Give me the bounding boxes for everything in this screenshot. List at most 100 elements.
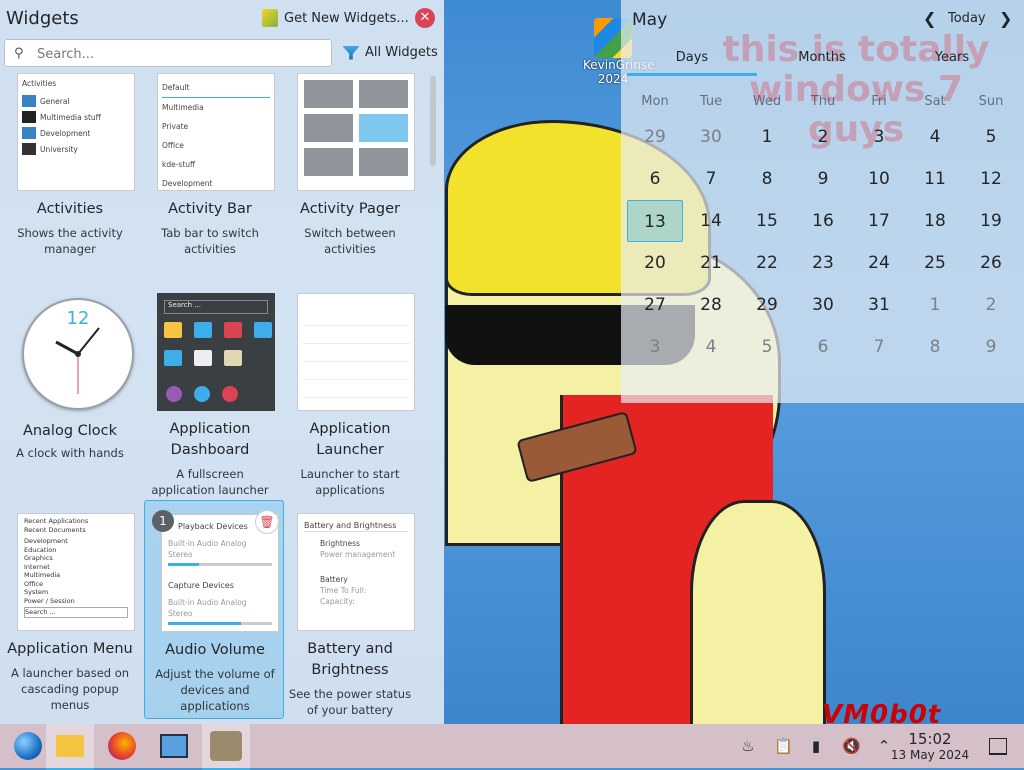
calendar-day[interactable]: 28 xyxy=(683,284,739,326)
activity-swatch xyxy=(22,95,36,107)
calendar-day[interactable]: 31 xyxy=(851,284,907,326)
widget-name: Application Launcher xyxy=(309,421,391,458)
widget-tile-application-launcher[interactable]: Application Launcher Launcher to start a… xyxy=(280,293,420,513)
digital-clock[interactable]: 15:02 13 May 2024 xyxy=(888,730,972,763)
calendar-day[interactable]: 18 xyxy=(907,200,963,242)
download-widgets-icon xyxy=(262,9,278,27)
widget-tile-analog-clock[interactable]: 12 Analog Clock A clock with hands xyxy=(0,293,140,513)
calendar-day[interactable]: 26 xyxy=(963,242,1019,284)
calendar-day-today[interactable]: 13 xyxy=(627,200,683,242)
calendar-week-row: 13 14 15 16 17 18 19 xyxy=(627,200,1019,242)
calendar-day[interactable]: 4 xyxy=(683,326,739,368)
close-icon[interactable]: ✕ xyxy=(415,8,435,28)
calendar-day[interactable]: 8 xyxy=(739,158,795,200)
today-button[interactable]: Today xyxy=(948,11,986,26)
tab-months[interactable]: Months xyxy=(757,40,887,76)
volume-slider xyxy=(168,622,272,625)
calendar-day[interactable]: 9 xyxy=(795,158,851,200)
calendar-day[interactable]: 6 xyxy=(795,326,851,368)
calendar-popup: this is totally windows 7 guys May ❮ Tod… xyxy=(621,0,1024,403)
clock-time: 15:02 xyxy=(908,730,952,748)
thumb-text: Search ... xyxy=(24,607,128,618)
calendar-day[interactable]: 7 xyxy=(683,158,739,200)
pager-desktop xyxy=(304,80,353,108)
thumb-text: Activities xyxy=(22,79,57,88)
calendar-day[interactable]: 1 xyxy=(739,116,795,158)
app-tile xyxy=(194,322,212,338)
calendar-day[interactable]: 29 xyxy=(739,284,795,326)
calendar-day[interactable]: 7 xyxy=(851,326,907,368)
pager-desktop-active xyxy=(359,114,408,142)
calendar-day[interactable]: 4 xyxy=(907,116,963,158)
calendar-day[interactable]: 29 xyxy=(627,116,683,158)
calendar-day[interactable]: 30 xyxy=(795,284,851,326)
calendar-day[interactable]: 24 xyxy=(851,242,907,284)
widget-tile-activities[interactable]: Activities General Multimedia stuff Deve… xyxy=(0,73,140,293)
tab-days[interactable]: Days xyxy=(627,40,757,76)
show-desktop-icon[interactable] xyxy=(989,738,1007,755)
widget-tile-application-dashboard[interactable]: Search ... Application Dashboard A fulls… xyxy=(140,293,280,513)
calendar-day[interactable]: 19 xyxy=(963,200,1019,242)
thumb-text: Power / Session xyxy=(24,596,75,605)
calendar-day[interactable]: 3 xyxy=(627,326,683,368)
calendar-day[interactable]: 12 xyxy=(963,158,1019,200)
widget-tile-battery-and-brightness[interactable]: Battery and Brightness Brightness Power … xyxy=(280,513,420,733)
weekday-label: Thu xyxy=(810,94,836,109)
scrollbar[interactable] xyxy=(430,76,436,166)
widget-tile-audio-volume[interactable]: Playback Devices Built-in Audio Analog S… xyxy=(144,500,284,719)
taskbar-firefox[interactable] xyxy=(98,724,146,768)
filter-all-widgets-button[interactable]: All Widgets xyxy=(342,45,438,60)
calendar-day[interactable]: 30 xyxy=(683,116,739,158)
search-field[interactable]: ⚲ xyxy=(4,39,332,67)
volume-muted-icon[interactable]: 🔇 xyxy=(842,737,861,755)
calendar-day[interactable]: 27 xyxy=(627,284,683,326)
widget-tile-activity-bar[interactable]: Default Multimedia Private Office kde-st… xyxy=(140,73,280,293)
calendar-day[interactable]: 15 xyxy=(739,200,795,242)
calendar-day[interactable]: 2 xyxy=(963,284,1019,326)
calendar-day[interactable]: 21 xyxy=(683,242,739,284)
calendar-day[interactable]: 3 xyxy=(851,116,907,158)
chevron-left-icon[interactable]: ❮ xyxy=(923,9,936,28)
pager-desktop xyxy=(304,148,353,176)
widget-description: A fullscreen application launcher xyxy=(151,467,269,497)
taskbar-file-manager[interactable] xyxy=(46,724,94,770)
calendar-day[interactable]: 20 xyxy=(627,242,683,284)
widget-description: Shows the activity manager xyxy=(17,226,123,256)
start-menu-button[interactable] xyxy=(4,724,52,768)
notifications-icon[interactable]: ♨ xyxy=(740,737,756,755)
calendar-day[interactable]: 11 xyxy=(907,158,963,200)
calendar-week-row: 27 28 29 30 31 1 2 xyxy=(627,284,1019,326)
calendar-day[interactable]: 16 xyxy=(795,200,851,242)
activity-swatch xyxy=(22,127,36,139)
thumb-text: Graphics xyxy=(24,554,53,562)
calendar-day[interactable]: 17 xyxy=(851,200,907,242)
battery-icon[interactable]: ▮ xyxy=(808,737,824,755)
folder-icon xyxy=(56,735,84,757)
calendar-day[interactable]: 9 xyxy=(963,326,1019,368)
clipboard-icon[interactable]: 📋 xyxy=(774,737,793,755)
calendar-day[interactable]: 6 xyxy=(627,158,683,200)
widget-tile-application-menu[interactable]: Recent Applications Recent Documents Dev… xyxy=(0,513,140,733)
tab-years[interactable]: Years xyxy=(887,40,1017,76)
calendar-day[interactable]: 8 xyxy=(907,326,963,368)
calendar-day[interactable]: 23 xyxy=(795,242,851,284)
calendar-day[interactable]: 5 xyxy=(739,326,795,368)
taskbar-gimp[interactable] xyxy=(202,724,250,770)
widget-tile-activity-pager[interactable]: Activity Pager Switch between activities xyxy=(280,73,420,293)
calendar-day[interactable]: 1 xyxy=(907,284,963,326)
taskbar-system-monitor[interactable] xyxy=(150,724,198,768)
calendar-day[interactable]: 25 xyxy=(907,242,963,284)
trash-icon[interactable]: 🗑 xyxy=(255,510,279,534)
search-icon: ⚲ xyxy=(14,46,24,61)
calendar-day[interactable]: 22 xyxy=(739,242,795,284)
calendar-day[interactable]: 5 xyxy=(963,116,1019,158)
calendar-day[interactable]: 10 xyxy=(851,158,907,200)
calendar-day[interactable]: 2 xyxy=(795,116,851,158)
thumb-text: Battery and Brightness xyxy=(304,520,408,532)
calendar-day[interactable]: 14 xyxy=(683,200,739,242)
thumb-text: General xyxy=(40,96,70,106)
get-new-widgets-button[interactable]: Get New Widgets... xyxy=(262,9,409,27)
chevron-right-icon[interactable]: ❯ xyxy=(999,9,1012,28)
search-input[interactable] xyxy=(35,44,329,64)
widget-thumbnail: Recent Applications Recent Documents Dev… xyxy=(17,513,135,631)
